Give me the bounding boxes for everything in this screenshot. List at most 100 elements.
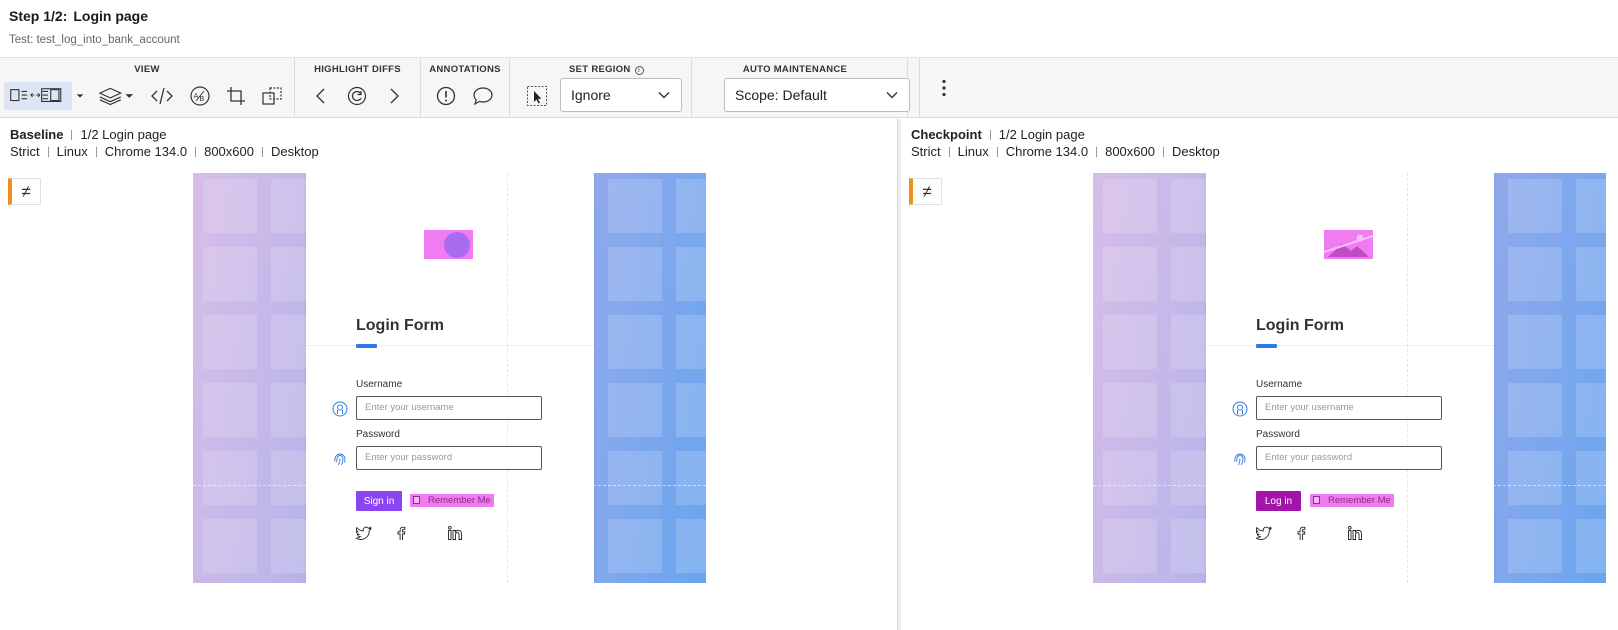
- username-input[interactable]: Enter your username: [356, 396, 542, 420]
- scope-select[interactable]: Scope: Default: [724, 78, 910, 112]
- baseline-viewport: 800x600: [204, 144, 254, 159]
- step-number: Step 1/2:: [9, 8, 68, 24]
- diff-status-badge[interactable]: ≠: [8, 178, 41, 205]
- baseline-device: Desktop: [270, 144, 319, 159]
- twitter-icon[interactable]: [1256, 525, 1272, 541]
- chevron-down-icon: [658, 92, 670, 99]
- logo-image: [1323, 230, 1374, 259]
- facebook-icon[interactable]: [393, 525, 409, 541]
- view-mode-dropdown[interactable]: [74, 82, 86, 110]
- fingerprint-icon: [334, 453, 346, 466]
- password-input[interactable]: Enter your password: [1256, 446, 1442, 470]
- chevron-left-icon: [316, 88, 325, 104]
- sign-in-button[interactable]: Sign in: [356, 491, 402, 511]
- previous-diff-button[interactable]: [307, 82, 335, 110]
- login-card: Login Form Username Enter your username …: [306, 173, 594, 583]
- remember-me-checkbox[interactable]: Remember Me: [410, 494, 494, 507]
- baseline-browser: Chrome 134.0: [104, 144, 188, 159]
- password-input[interactable]: Enter your password: [356, 446, 542, 470]
- form-title: Login Form: [356, 317, 444, 334]
- refresh-diff-icon: [347, 86, 367, 106]
- view-group: VIEW AB: [0, 58, 295, 118]
- linkedin-icon[interactable]: [447, 525, 463, 541]
- toolbar-divider: [919, 58, 920, 118]
- test-name: Test: test_log_into_bank_account: [9, 34, 180, 46]
- comment-button[interactable]: [469, 82, 497, 110]
- annotations-group: ANNOTATIONS: [421, 58, 510, 118]
- more-options-icon: [942, 79, 946, 97]
- checkpoint-device: Desktop: [1171, 144, 1220, 159]
- code-icon: [151, 87, 173, 105]
- chevron-down-icon: [886, 92, 898, 99]
- region-type-value: Ignore: [571, 87, 611, 103]
- ab-compare-button[interactable]: AB: [186, 82, 214, 110]
- set-region-label: SET REGION i: [569, 64, 644, 75]
- select-region-button[interactable]: [523, 82, 551, 110]
- code-view-button[interactable]: [148, 82, 176, 110]
- step-title: Step 1/2: Login page: [9, 8, 148, 24]
- username-label: Username: [1256, 379, 1303, 390]
- step-name: Login page: [73, 8, 149, 24]
- remember-me-checkbox[interactable]: Remember Me: [1310, 494, 1394, 507]
- checkpoint-meta: Strict Linux Chrome 134.0 800x600 Desktop: [911, 144, 1220, 159]
- title-accent: [1256, 344, 1277, 348]
- more-options-button[interactable]: [930, 74, 958, 102]
- auto-maintenance-label: AUTO MAINTENANCE: [742, 64, 848, 75]
- image-placeholder-icon: [1323, 234, 1374, 257]
- checkpoint-title: Checkpoint 1/2 Login page: [911, 127, 1085, 142]
- ab-compare-icon: AB: [190, 86, 210, 106]
- issue-icon: [436, 86, 456, 106]
- overlap-button[interactable]: [258, 82, 286, 110]
- refresh-diff-button[interactable]: [343, 82, 371, 110]
- annotations-label: ANNOTATIONS: [429, 64, 501, 75]
- caret-down-icon: [76, 94, 84, 98]
- diff-status-badge[interactable]: ≠: [909, 178, 942, 205]
- checkbox-icon: [413, 496, 420, 504]
- linkedin-icon[interactable]: [1347, 525, 1363, 541]
- checkpoint-step: 1/2 Login page: [998, 127, 1085, 142]
- next-diff-button[interactable]: [380, 82, 408, 110]
- baseline-title: Baseline 1/2 Login page: [10, 127, 167, 142]
- region-type-select[interactable]: Ignore: [560, 78, 682, 112]
- username-label: Username: [356, 379, 403, 390]
- twitter-icon[interactable]: [356, 525, 372, 541]
- toolbar: VIEW AB HIGHLIGHT DIFFS ANNOTATIONS SET …: [0, 58, 1618, 118]
- checkpoint-screenshot[interactable]: Login Form Username Enter your username …: [1093, 173, 1606, 583]
- logo-image: [424, 230, 473, 259]
- crop-icon: [227, 87, 245, 105]
- layers-button[interactable]: [96, 82, 136, 110]
- form-title: Login Form: [1256, 317, 1344, 334]
- side-by-side-icon: [10, 88, 62, 102]
- info-icon[interactable]: i: [634, 66, 644, 75]
- user-icon: [332, 401, 348, 417]
- log-in-button[interactable]: Log in: [1256, 491, 1301, 511]
- crop-button[interactable]: [222, 82, 250, 110]
- baseline-screenshot[interactable]: Login Form Username Enter your username …: [193, 173, 706, 583]
- login-card: Login Form Username Enter your username …: [1206, 173, 1494, 583]
- baseline-meta: Strict Linux Chrome 134.0 800x600 Desktop: [10, 144, 319, 159]
- baseline-match-level: Strict: [10, 144, 40, 159]
- checkpoint-label: Checkpoint: [911, 127, 982, 142]
- checkpoint-os: Linux: [957, 144, 989, 159]
- facebook-icon[interactable]: [1293, 525, 1309, 541]
- highlight-diffs-group: HIGHLIGHT DIFFS: [295, 58, 421, 118]
- set-region-group: SET REGION i Ignore: [510, 58, 692, 118]
- side-by-side-button[interactable]: [4, 82, 72, 110]
- baseline-panel: Baseline 1/2 Login page Strict Linux Chrome…: [0, 119, 897, 630]
- title-accent: [356, 344, 377, 348]
- fingerprint-icon: [1234, 453, 1246, 466]
- step-header: Step 1/2: Login page Test: test_log_into_…: [0, 0, 1618, 58]
- issue-button[interactable]: [432, 82, 460, 110]
- chevron-right-icon: [390, 88, 399, 104]
- username-input[interactable]: Enter your username: [1256, 396, 1442, 420]
- checkbox-icon: [1313, 496, 1320, 504]
- password-label: Password: [1256, 429, 1300, 440]
- remember-me-label: Remember Me: [428, 495, 491, 506]
- layers-icon: [98, 87, 134, 106]
- checkpoint-viewport: 800x600: [1105, 144, 1155, 159]
- checkpoint-match-level: Strict: [911, 144, 941, 159]
- password-label: Password: [356, 429, 400, 440]
- checkpoint-panel: Checkpoint 1/2 Login page Strict Linux Chro…: [901, 119, 1618, 630]
- highlight-diffs-label: HIGHLIGHT DIFFS: [314, 64, 401, 75]
- view-label: VIEW: [134, 64, 160, 75]
